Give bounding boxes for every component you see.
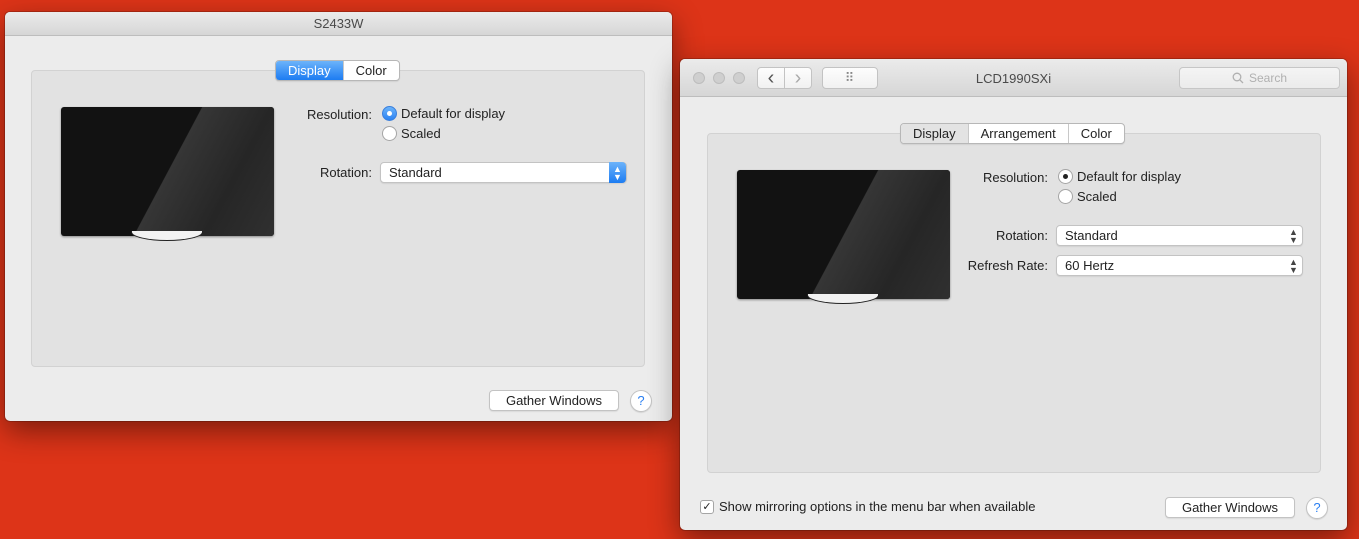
right-refresh-rate-select[interactable]: 60 Hertz ▲ ▼: [1056, 255, 1303, 276]
mirroring-checkbox-row[interactable]: ✓ Show mirroring options in the menu bar…: [700, 499, 1036, 514]
right-rotation-value: Standard: [1065, 228, 1118, 243]
left-rotation-value: Standard: [389, 165, 442, 180]
left-titlebar[interactable]: S2433W: [5, 12, 672, 36]
left-monitor-image: [61, 107, 274, 241]
right-rotation-chevron-icon: ▲ ▼: [1289, 226, 1298, 245]
left-rotation-label: Rotation:: [319, 165, 372, 180]
right-radio-scaled-button[interactable]: [1058, 189, 1073, 204]
right-tab-display[interactable]: Display: [901, 124, 968, 143]
right-gather-windows-button[interactable]: Gather Windows: [1165, 497, 1295, 518]
right-monitor-screen: [737, 170, 950, 299]
left-rotation-select[interactable]: Standard ▲ ▼: [380, 162, 627, 183]
right-radio-scaled[interactable]: Scaled: [1058, 189, 1117, 204]
right-toolbar[interactable]: ‹ › ⠿ LCD1990SXi Search: [680, 59, 1347, 97]
right-refresh-rate-value: 60 Hertz: [1065, 258, 1115, 273]
mirroring-checkbox[interactable]: ✓: [700, 499, 714, 514]
left-radio-default-button[interactable]: [382, 106, 397, 121]
left-window-title: S2433W: [313, 16, 364, 31]
right-radio-default-button[interactable]: [1058, 169, 1073, 184]
right-tab-arrangement[interactable]: Arrangement: [967, 124, 1068, 143]
left-monitor-screen: [61, 107, 274, 236]
right-refresh-rate-label: Refresh Rate:: [967, 258, 1048, 273]
right-monitor-image: [737, 170, 950, 304]
mirroring-checkbox-label: Show mirroring options in the menu bar w…: [719, 499, 1036, 514]
right-tab-bar: Display Arrangement Color: [900, 123, 1125, 144]
left-radio-default[interactable]: Default for display: [382, 106, 505, 121]
left-help-button[interactable]: ?: [630, 390, 652, 412]
search-input[interactable]: Search: [1179, 67, 1340, 89]
left-radio-scaled-label: Scaled: [401, 126, 441, 141]
right-help-button[interactable]: ?: [1306, 497, 1328, 519]
right-radio-scaled-label: Scaled: [1077, 189, 1117, 204]
left-tab-bar: Display Color: [275, 60, 400, 81]
right-rotation-select[interactable]: Standard ▲ ▼: [1056, 225, 1303, 246]
left-rotation-chevron-icon: ▲ ▼: [609, 162, 626, 183]
right-resolution-label: Resolution:: [982, 170, 1048, 185]
right-display-window: ‹ › ⠿ LCD1990SXi Search Display Arrangem…: [680, 59, 1347, 530]
left-display-window: S2433W Display Color Resolution: Default…: [5, 12, 672, 421]
search-icon: [1232, 72, 1244, 84]
right-refresh-chevron-icon: ▲ ▼: [1289, 256, 1298, 275]
left-tab-display[interactable]: Display: [276, 61, 343, 80]
left-radio-default-label: Default for display: [401, 106, 506, 121]
left-radio-scaled-button[interactable]: [382, 126, 397, 141]
left-radio-scaled[interactable]: Scaled: [382, 126, 441, 141]
right-rotation-label: Rotation:: [995, 228, 1048, 243]
left-tab-color[interactable]: Color: [342, 61, 399, 80]
search-placeholder: Search: [1248, 71, 1288, 85]
right-tab-color[interactable]: Color: [1067, 124, 1124, 143]
left-resolution-label: Resolution:: [306, 107, 372, 122]
right-radio-default-label: Default for display: [1077, 169, 1182, 184]
left-gather-windows-button[interactable]: Gather Windows: [489, 390, 619, 411]
right-radio-default[interactable]: Default for display: [1058, 169, 1181, 184]
